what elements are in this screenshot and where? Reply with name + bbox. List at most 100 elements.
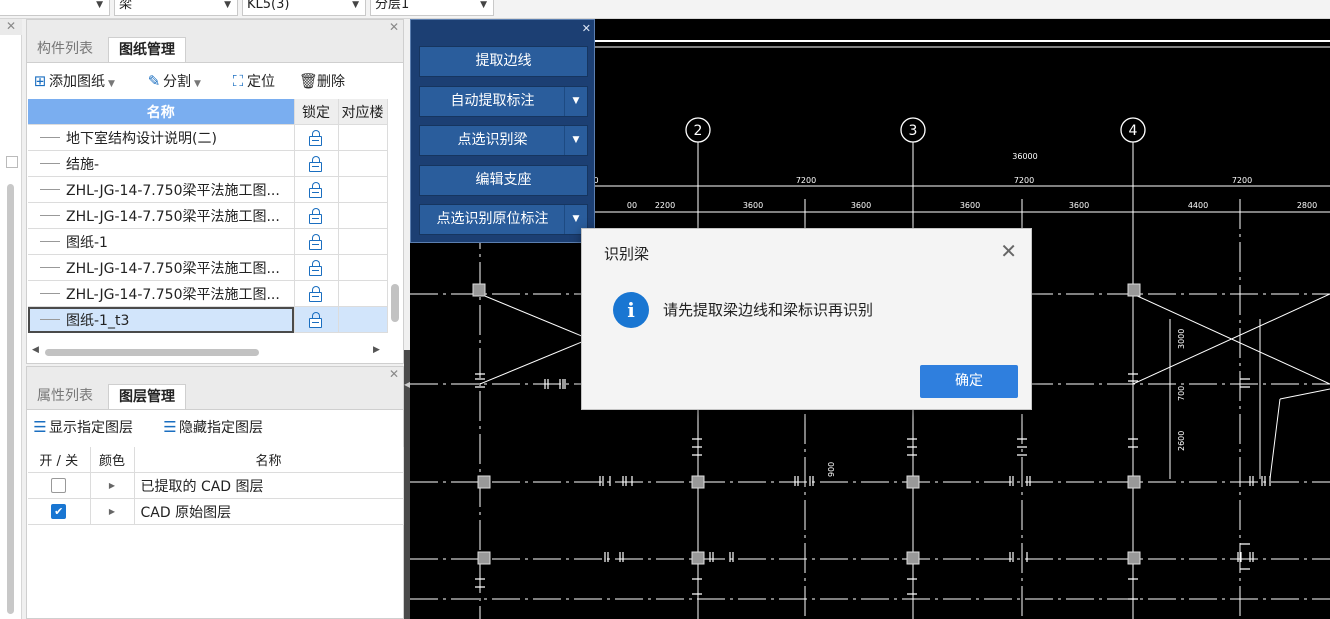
lock-cell[interactable] xyxy=(294,124,339,151)
close-icon[interactable]: ✕ xyxy=(1000,239,1017,263)
drawing-name: ZHL-JG-14-7.750梁平法施工图... xyxy=(66,260,280,277)
table-horizontal-scrollbar[interactable]: ◀ ▶ xyxy=(29,345,385,359)
lock-cell[interactable] xyxy=(294,306,339,333)
dropdown-arrow-icon[interactable]: ▼ xyxy=(564,87,587,116)
lock-cell[interactable] xyxy=(294,228,339,255)
table-vertical-scrollbar[interactable] xyxy=(388,96,402,346)
split-button[interactable]: ✎ 分割 ▼ xyxy=(145,70,201,92)
table-row[interactable]: 地下室结构设计说明(二) xyxy=(28,124,388,151)
element-type-select[interactable]: ▼ xyxy=(0,0,110,16)
lock-cell[interactable] xyxy=(294,254,339,281)
scroll-right-icon[interactable]: ▶ xyxy=(373,345,380,355)
lock-cell[interactable] xyxy=(294,202,339,229)
panel-tabs: 构件列表 图纸管理 xyxy=(27,36,403,63)
table-row[interactable]: 结施- xyxy=(28,150,388,177)
dimension-text: 4400 xyxy=(1188,201,1208,210)
element-category-select[interactable]: 梁 ▼ xyxy=(114,0,238,16)
tab-layer-management[interactable]: 图层管理 xyxy=(108,384,186,409)
chevron-down-icon: ▼ xyxy=(108,79,115,89)
tab-property-list[interactable]: 属性列表 xyxy=(27,384,103,409)
lock-icon[interactable] xyxy=(309,129,323,146)
table-row[interactable]: ZHL-JG-14-7.750梁平法施工图... xyxy=(28,280,388,307)
button-label: 点选识别原位标注 xyxy=(436,211,549,227)
layer-row[interactable]: ✔ ▶ CAD 原始图层 xyxy=(28,498,404,525)
dropdown-arrow-icon[interactable]: ▼ xyxy=(564,126,587,155)
column-header-toggle: 开 / 关 xyxy=(28,447,91,473)
lock-cell[interactable] xyxy=(294,150,339,177)
ok-button[interactable]: 确定 xyxy=(920,365,1018,398)
locate-button[interactable]: ⛶ 定位 xyxy=(229,70,275,92)
lock-icon[interactable] xyxy=(309,285,323,302)
pick-recognize-beam-button[interactable]: 点选识别梁 ▼ xyxy=(419,125,588,156)
drawing-name: 图纸-1 xyxy=(66,234,108,251)
dimension-text: 900 xyxy=(827,462,836,477)
layer-management-panel: ✕ 属性列表 图层管理 ☰ 显示指定图层 ☰ 隐藏指定图层 开 / 关 颜色 名称 … xyxy=(26,366,404,619)
dimension-text: 3600 xyxy=(960,201,980,210)
dialog-message: 请先提取梁边线和梁标识再识别 xyxy=(663,301,874,319)
layer-select[interactable]: 分层1 ▼ xyxy=(370,0,494,16)
lock-icon[interactable] xyxy=(309,311,323,328)
table-row[interactable]: ZHL-JG-14-7.750梁平法施工图... xyxy=(28,202,388,229)
scroll-left-icon[interactable]: ◀ xyxy=(32,345,39,355)
chevron-down-icon: ▼ xyxy=(96,0,103,10)
expand-icon[interactable]: ▶ xyxy=(90,498,135,525)
layer-visibility-checkbox[interactable] xyxy=(51,478,67,493)
trash-icon: 🗑 xyxy=(299,72,319,90)
add-drawing-button[interactable]: ⊞ 添加图纸 ▼ xyxy=(31,70,115,92)
vertical-scrollbar[interactable] xyxy=(7,184,14,614)
drawing-name: 地下室结构设计说明(二) xyxy=(66,130,217,147)
auto-extract-annotation-button[interactable]: 自动提取标注 ▼ xyxy=(419,86,588,117)
layer-visibility-checkbox[interactable]: ✔ xyxy=(51,504,67,519)
lock-icon[interactable] xyxy=(309,233,323,250)
delete-button[interactable]: 🗑删除 xyxy=(299,70,345,92)
lock-icon[interactable] xyxy=(309,155,323,172)
tab-component-list[interactable]: 构件列表 xyxy=(27,37,103,62)
extract-edge-button[interactable]: 提取边线 xyxy=(419,46,588,77)
table-row[interactable]: ZHL-JG-14-7.750梁平法施工图... xyxy=(28,176,388,203)
dimension-text: 3600 xyxy=(1069,201,1089,210)
hide-layer-button[interactable]: ☰ 隐藏指定图层 xyxy=(161,416,263,438)
tab-drawing-management[interactable]: 图纸管理 xyxy=(108,37,186,62)
table-row[interactable]: 图纸-1 xyxy=(28,228,388,255)
scroll-thumb[interactable] xyxy=(391,284,399,322)
select-value: 梁 xyxy=(119,0,133,12)
drawing-toolbar: ⊞ 添加图纸 ▼ ✎ 分割 ▼ ⛶ 定位 🗑删除 xyxy=(27,64,403,96)
column-header-floor[interactable]: 对应楼 xyxy=(338,99,388,125)
drawing-name-cell[interactable]: 图纸-1_t3 xyxy=(28,306,295,333)
column-header-name[interactable]: 名称 xyxy=(28,99,295,125)
element-name-select[interactable]: KL5(3) ▼ xyxy=(242,0,366,16)
drawing-name-cell: 结施- xyxy=(28,150,295,177)
dialog-title: 识别梁 xyxy=(604,245,650,263)
lock-icon[interactable] xyxy=(309,207,323,224)
pick-recognize-in-situ-annotation-button[interactable]: 点选识别原位标注 ▼ xyxy=(419,204,588,235)
close-icon[interactable]: ✕ xyxy=(6,19,16,33)
lock-cell[interactable] xyxy=(294,176,339,203)
column-header-name: 名称 xyxy=(134,447,404,473)
table-row-selected[interactable]: 图纸-1_t3 xyxy=(28,306,388,333)
locate-icon: ⛶ xyxy=(232,72,244,90)
layer-toolbar: ☰ 显示指定图层 ☰ 隐藏指定图层 xyxy=(27,411,403,443)
chevron-down-icon: ▼ xyxy=(194,79,201,89)
lock-cell[interactable] xyxy=(294,280,339,307)
layer-name: CAD 原始图层 xyxy=(134,498,404,525)
close-icon[interactable]: ✕ xyxy=(582,22,591,35)
drawing-name-cell: 图纸-1 xyxy=(28,228,295,255)
scroll-thumb[interactable] xyxy=(45,349,259,356)
lock-icon[interactable] xyxy=(309,259,323,276)
floor-cell xyxy=(338,228,388,255)
lock-icon[interactable] xyxy=(309,181,323,198)
show-layer-button[interactable]: ☰ 显示指定图层 xyxy=(31,416,133,438)
scroll-button[interactable] xyxy=(6,156,18,168)
expand-icon[interactable]: ▶ xyxy=(90,472,135,499)
layer-row[interactable]: ▶ 已提取的 CAD 图层 xyxy=(28,472,404,499)
table-row[interactable]: ZHL-JG-14-7.750梁平法施工图... xyxy=(28,254,388,281)
hide-layers-icon: ☰ xyxy=(163,418,177,436)
dimension-text: 2600 xyxy=(1177,431,1186,451)
close-icon[interactable]: ✕ xyxy=(389,367,399,381)
edit-support-button[interactable]: 编辑支座 xyxy=(419,165,588,196)
drawing-name: ZHL-JG-14-7.750梁平法施工图... xyxy=(66,286,280,303)
close-icon[interactable]: ✕ xyxy=(389,20,399,34)
column-header-lock[interactable]: 锁定 xyxy=(294,99,339,125)
add-drawing-label: 添加图纸 xyxy=(49,74,105,90)
floor-cell xyxy=(338,306,388,333)
